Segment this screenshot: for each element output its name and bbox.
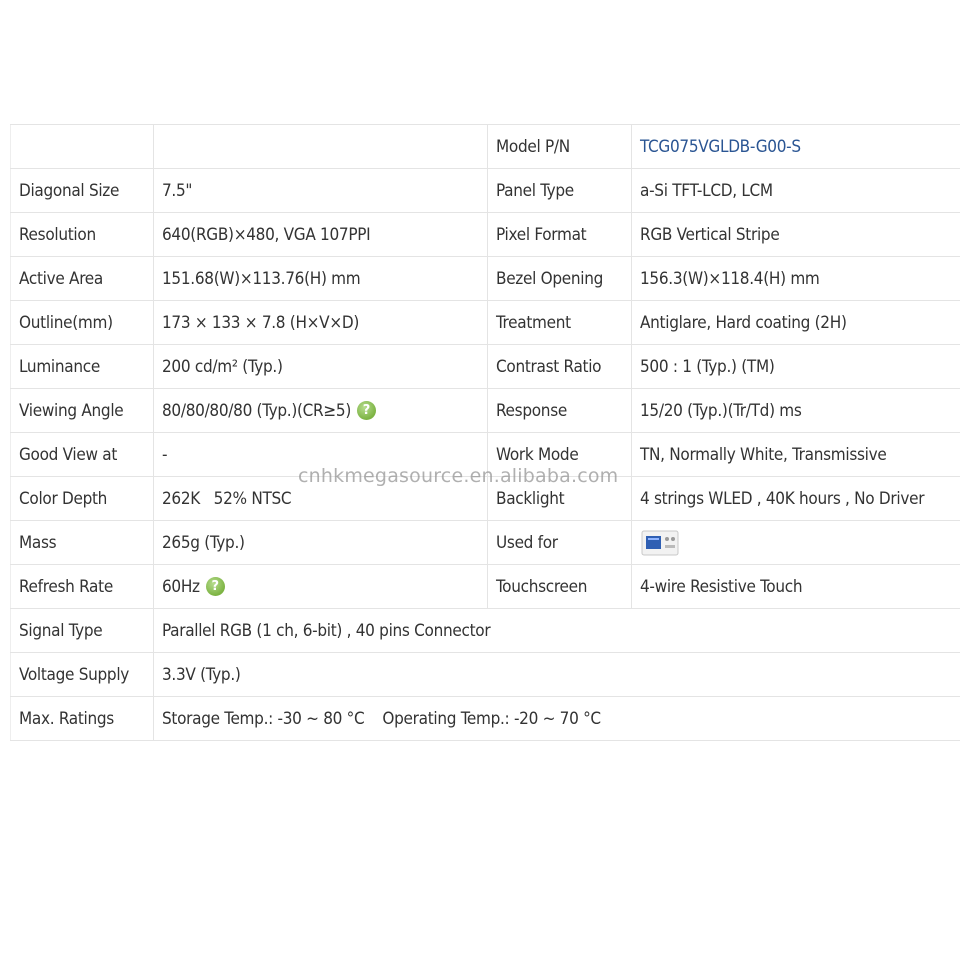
spec-value: 173 × 133 × 7.8 (H×V×D) [153, 300, 488, 345]
spec-label: Diagonal Size [10, 168, 154, 213]
model-pn-link[interactable]: TCG075VGLDB-G00-S [631, 124, 960, 169]
spec-label: Active Area [10, 256, 154, 301]
spec-value-cell: 60Hz? [153, 564, 488, 609]
table-row: Max. Ratings Storage Temp.: -30 ~ 80 °C O… [10, 696, 960, 741]
spec-label: Touchscreen [487, 564, 632, 609]
watermark: cnhkmegasource.en.alibaba.com [298, 465, 619, 487]
table-row: Mass 265g (Typ.) Used for [10, 520, 960, 565]
spec-label: Good View at [10, 432, 154, 477]
spec-value: 15/20 (Typ.)(Tr/Td) ms [631, 388, 960, 433]
spec-label: Mass [10, 520, 154, 565]
spec-label: Color Depth [10, 476, 154, 521]
storage-temp: Storage Temp.: -30 ~ 80 °C [162, 708, 365, 729]
spec-label [10, 124, 154, 169]
spec-table: Model P/N TCG075VGLDB-G00-S Diagonal Siz… [10, 124, 960, 741]
spec-value: 80/80/80/80 (Typ.)(CR≥5) [162, 400, 351, 421]
spec-label: Outline(mm) [10, 300, 154, 345]
instrument-device-icon[interactable] [640, 527, 680, 559]
spec-label: Response [487, 388, 632, 433]
spec-label: Contrast Ratio [487, 344, 632, 389]
table-row: Voltage Supply 3.3V (Typ.) [10, 652, 960, 697]
spec-label: Panel Type [487, 168, 632, 213]
spec-label: Viewing Angle [10, 388, 154, 433]
spec-value: 500 : 1 (Typ.) (TM) [631, 344, 960, 389]
spec-value: Antiglare, Hard coating (2H) [631, 300, 960, 345]
spec-value: 7.5" [153, 168, 488, 213]
spec-value: 4-wire Resistive Touch [631, 564, 960, 609]
spec-label: Used for [487, 520, 632, 565]
help-icon[interactable]: ? [205, 577, 225, 596]
spec-label-model: Model P/N [487, 124, 632, 169]
spec-value: 640(RGB)×480, VGA 107PPI [153, 212, 488, 257]
spec-label: Treatment [487, 300, 632, 345]
spec-label: Max. Ratings [10, 696, 154, 741]
spec-value: a-Si TFT-LCD, LCM [631, 168, 960, 213]
spec-value: RGB Vertical Stripe [631, 212, 960, 257]
spec-value: Parallel RGB (1 ch, 6-bit) , 40 pins Con… [153, 608, 960, 653]
spec-value: TN, Normally White, Transmissive [631, 432, 960, 477]
spec-label: Resolution [10, 212, 154, 257]
table-row: Active Area 151.68(W)×113.76(H) mm Bezel… [10, 256, 960, 301]
spec-value: 156.3(W)×118.4(H) mm [631, 256, 960, 301]
spec-value: 4 strings WLED , 40K hours , No Driver [631, 476, 960, 521]
spec-label: Pixel Format [487, 212, 632, 257]
table-row: Diagonal Size 7.5" Panel Type a-Si TFT-L… [10, 168, 960, 213]
model-pn-value[interactable]: TCG075VGLDB-G00-S [640, 137, 801, 157]
spec-value: 265g (Typ.) [153, 520, 488, 565]
spec-value-cell: 80/80/80/80 (Typ.)(CR≥5)? [153, 388, 488, 433]
spec-value-cell: Storage Temp.: -30 ~ 80 °C Operating Temp… [153, 696, 960, 741]
spec-value: 60Hz [162, 576, 200, 597]
table-row: Refresh Rate 60Hz? Touchscreen 4-wire Re… [10, 564, 960, 609]
spec-value [153, 124, 488, 169]
table-row: Luminance 200 cd/m² (Typ.) Contrast Rati… [10, 344, 960, 389]
spec-value: 200 cd/m² (Typ.) [153, 344, 488, 389]
table-row: Viewing Angle 80/80/80/80 (Typ.)(CR≥5)? … [10, 388, 960, 433]
operating-temp: Operating Temp.: -20 ~ 70 °C [382, 708, 601, 729]
spec-value: 151.68(W)×113.76(H) mm [153, 256, 488, 301]
spec-value: 3.3V (Typ.) [153, 652, 960, 697]
table-row: Model P/N TCG075VGLDB-G00-S [10, 124, 960, 169]
table-row: Outline(mm) 173 × 133 × 7.8 (H×V×D) Trea… [10, 300, 960, 345]
spec-label: Signal Type [10, 608, 154, 653]
help-icon[interactable]: ? [356, 401, 376, 420]
spec-label: Voltage Supply [10, 652, 154, 697]
spec-label: Luminance [10, 344, 154, 389]
spec-label: Refresh Rate [10, 564, 154, 609]
table-row: Signal Type Parallel RGB (1 ch, 6-bit) ,… [10, 608, 960, 653]
spec-label: Bezel Opening [487, 256, 632, 301]
table-row: Resolution 640(RGB)×480, VGA 107PPI Pixe… [10, 212, 960, 257]
used-for-cell [631, 520, 960, 565]
